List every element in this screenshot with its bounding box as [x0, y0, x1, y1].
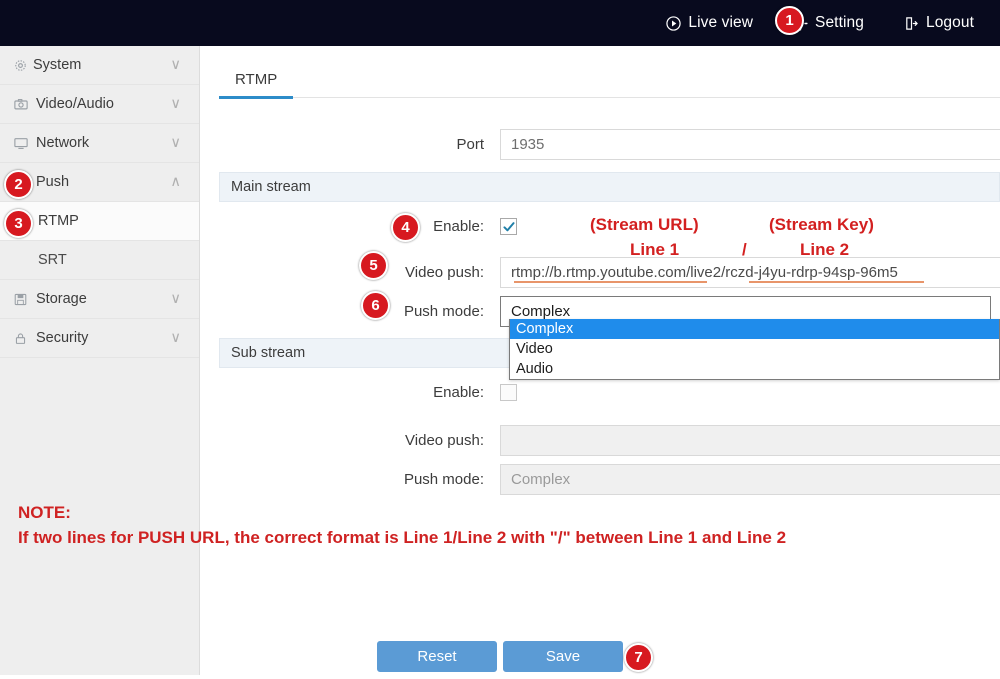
note-title: NOTE: — [18, 503, 71, 522]
sub-push-mode-row: Push mode: Complex — [320, 464, 1000, 495]
port-row: Port 1935 — [320, 129, 1000, 160]
dropdown-option-audio[interactable]: Audio — [510, 359, 999, 379]
tab-bar: RTMP — [219, 60, 1000, 99]
chevron-down-icon: ∨ — [170, 291, 181, 307]
gear-icon — [14, 59, 32, 72]
main-push-mode-label: Push mode: — [403, 303, 484, 320]
sub-push-mode-value: Complex — [511, 471, 571, 488]
sub-enable-label: Enable: — [433, 384, 484, 401]
sub-push-mode-select[interactable]: Complex — [500, 464, 1000, 495]
badge-6: 6 — [361, 291, 390, 320]
check-icon — [502, 221, 515, 231]
sidebar-item-system[interactable]: System ∨ — [0, 46, 199, 85]
tab-rtmp-label: RTMP — [235, 70, 278, 88]
annotation-line-2: Line 2 — [800, 240, 850, 259]
tab-rtmp[interactable]: RTMP — [219, 60, 294, 99]
badge-7: 7 — [624, 643, 653, 672]
sidebar-item-network[interactable]: Network ∨ — [0, 124, 199, 163]
rtmp-settings-page: Live view Setting Logout System ∨ Video/… — [0, 0, 1000, 679]
chevron-down-icon: ∨ — [170, 135, 181, 151]
reset-button[interactable]: Reset — [377, 641, 497, 672]
main-stream-title: Main stream — [231, 179, 311, 195]
badge-1: 1 — [775, 6, 804, 35]
sub-push-mode-label: Push mode: — [403, 471, 484, 488]
sidebar-item-label: Video/Audio — [36, 96, 114, 112]
chevron-up-icon: ∧ — [170, 174, 181, 190]
logout-icon — [904, 16, 919, 31]
main-stream-header: Main stream — [219, 172, 1000, 202]
chevron-down-icon: ∨ — [170, 57, 181, 73]
push-mode-dropdown-list[interactable]: Complex Video Audio — [509, 319, 1000, 380]
sidebar-item-label: SRT — [38, 252, 67, 268]
main-push-mode-value: Complex — [511, 303, 571, 320]
nav-live-view-label: Live view — [688, 14, 754, 31]
note-body: If two lines for PUSH URL, the correct f… — [18, 528, 787, 547]
sidebar-item-storage[interactable]: Storage ∨ — [0, 280, 199, 319]
nav-live-view[interactable]: Live view — [666, 14, 753, 32]
sub-enable-row: Enable: — [320, 384, 517, 401]
main-video-push-label: Video push: — [405, 264, 484, 281]
badge-5: 5 — [359, 251, 388, 280]
note-block: NOTE: If two lines for PUSH URL, the cor… — [18, 500, 786, 550]
annotation-slash: / — [742, 240, 747, 259]
dropdown-option-video[interactable]: Video — [510, 339, 999, 359]
badge-2: 2 — [4, 170, 33, 199]
dropdown-option-complex[interactable]: Complex — [510, 319, 999, 339]
sidebar-item-label: RTMP — [38, 213, 79, 229]
main-enable-checkbox[interactable] — [500, 218, 517, 235]
dropdown-option-label: Audio — [516, 361, 554, 377]
annotation-line-1: Line 1 — [630, 240, 680, 259]
nav-setting-label: Setting — [815, 14, 864, 31]
sidebar-item-security[interactable]: Security ∨ — [0, 319, 199, 358]
sub-video-push-row: Video push: — [320, 425, 1000, 456]
top-bar: Live view Setting Logout — [0, 0, 1000, 46]
play-circle-icon — [666, 15, 682, 31]
sidebar-item-video-audio[interactable]: Video/Audio ∨ — [0, 85, 199, 124]
underline-stream-url — [514, 281, 707, 283]
chevron-down-icon: ∨ — [170, 330, 181, 346]
monitor-icon — [14, 137, 32, 150]
nav-logout[interactable]: Logout — [904, 14, 974, 32]
badge-3: 3 — [4, 209, 33, 238]
port-label: Port — [456, 136, 484, 153]
sidebar-item-label: Push — [36, 174, 70, 190]
chevron-down-icon: ∨ — [170, 96, 181, 112]
sidebar-item-label: System — [33, 57, 82, 73]
port-input[interactable]: 1935 — [500, 129, 1000, 160]
sub-stream-title: Sub stream — [231, 345, 306, 361]
annotation-stream-key-title: (Stream Key) — [769, 215, 874, 234]
main-video-push-input[interactable]: rtmp://b.rtmp.youtube.com/live2/rczd-j4y… — [500, 257, 1000, 288]
main-video-push-value: rtmp://b.rtmp.youtube.com/live2/rczd-j4y… — [511, 264, 898, 281]
sidebar-item-srt[interactable]: SRT — [0, 241, 199, 280]
sidebar-item-label: Storage — [36, 291, 87, 307]
sidebar-item-label: Security — [36, 330, 89, 346]
annotation-stream-url-title: (Stream URL) — [590, 215, 699, 234]
save-button[interactable]: Save — [503, 641, 623, 672]
sidebar: System ∨ Video/Audio ∨ Network ∨ Push ∧ — [0, 46, 200, 675]
sub-video-push-input[interactable] — [500, 425, 1000, 456]
main-video-push-row: Video push: rtmp://b.rtmp.youtube.com/li… — [320, 257, 1000, 288]
camera-icon — [14, 98, 32, 111]
underline-stream-key — [749, 281, 924, 283]
dropdown-option-label: Video — [516, 341, 553, 357]
badge-4: 4 — [391, 213, 420, 242]
nav-logout-label: Logout — [925, 14, 974, 31]
dropdown-option-label: Complex — [516, 321, 574, 337]
lock-icon — [14, 332, 32, 345]
sub-enable-checkbox[interactable] — [500, 384, 517, 401]
action-buttons: Reset Save — [0, 641, 1000, 672]
save-icon — [14, 293, 32, 306]
port-value: 1935 — [511, 136, 545, 153]
sidebar-item-label: Network — [36, 135, 90, 151]
sub-video-push-label: Video push: — [405, 432, 484, 449]
top-nav: Live view Setting Logout — [666, 14, 1000, 32]
